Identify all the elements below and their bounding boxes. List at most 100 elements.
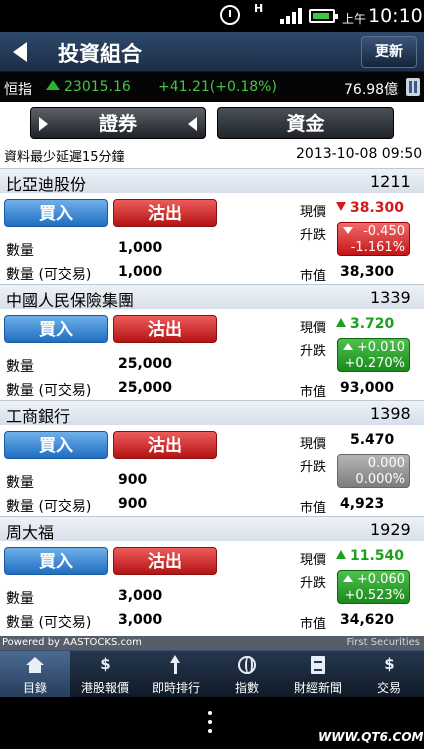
market-value-label: 市值 [300, 617, 327, 632]
market-value: 4,923 [340, 496, 385, 512]
back-icon[interactable] [13, 42, 27, 62]
stock-code: 1398 [370, 404, 411, 423]
stock-row[interactable]: 比亞迪股份 1211 買入 沽出 數量 1,000 數量 (可交易) 1,000… [0, 168, 424, 284]
change-label: 升跌 [300, 344, 327, 359]
tab-hk-quotes[interactable]: $ 港股報價 [70, 651, 140, 698]
menu-icon[interactable] [207, 711, 213, 735]
alarm-icon [220, 5, 240, 25]
sell-button[interactable]: 沽出 [113, 315, 217, 343]
qty-tradable-label: 數量 (可交易) [6, 615, 92, 631]
pause-icon[interactable] [406, 78, 420, 96]
buy-button[interactable]: 買入 [4, 199, 108, 227]
sell-button[interactable]: 沽出 [113, 431, 217, 459]
up-arrow-icon [46, 80, 60, 90]
price-label: 現價 [300, 321, 327, 336]
change-box: -0.450 -1.161% [337, 222, 410, 256]
home-icon [26, 657, 44, 673]
tab-label: 指數 [234, 681, 259, 695]
buy-button[interactable]: 買入 [4, 315, 108, 343]
qty-label: 數量 [6, 359, 34, 375]
sell-button[interactable]: 沽出 [113, 547, 217, 575]
tab-label: 即時排行 [151, 681, 200, 695]
price-label: 現價 [300, 553, 327, 568]
stock-name: 工商銀行 [6, 407, 71, 426]
market-value-label: 市值 [300, 385, 327, 400]
system-nav-bar: WWW.QT6.COM [0, 697, 424, 749]
price-label: 現價 [300, 205, 327, 220]
stock-name: 周大福 [6, 523, 55, 542]
down-triangle-icon [343, 227, 353, 234]
battery-icon [309, 9, 338, 23]
status-bar: H 上午 10:10 [0, 0, 424, 32]
stock-name: 比亞迪股份 [6, 175, 87, 194]
stock-row[interactable]: 中國人民保險集團 1339 買入 沽出 數量 25,000 數量 (可交易) 2… [0, 284, 424, 400]
clock-time: 10:10 [368, 5, 423, 27]
change-box: 0.000 0.000% [337, 454, 410, 488]
powered-by-text: Powered by AASTOCKS.com [2, 637, 142, 648]
title-bar: 投資組合 更新 [0, 32, 424, 72]
buy-button[interactable]: 買入 [4, 431, 108, 459]
stock-header: 周大福 1929 [0, 517, 424, 542]
buy-button[interactable]: 買入 [4, 547, 108, 575]
globe-icon [238, 656, 256, 674]
stock-row[interactable]: 工商銀行 1398 買入 沽出 數量 900 數量 (可交易) 900 現價 5… [0, 400, 424, 516]
signal-icon [280, 8, 302, 24]
stock-header: 中國人民保險集團 1339 [0, 285, 424, 310]
price-up-arrow-icon [336, 550, 346, 559]
stock-header: 工商銀行 1398 [0, 401, 424, 426]
change-value: 0.000 [367, 456, 405, 471]
tab-label: 目錄 [22, 681, 47, 695]
index-ticker[interactable]: 恒指 23015.16 +41.21(+0.18%) 76.98億 [0, 72, 424, 102]
delay-note: 資料最少延遲15分鐘 [4, 150, 125, 165]
index-level: 23015.16 [64, 79, 131, 95]
qty-label: 數量 [6, 475, 34, 491]
qty-value: 25,000 [118, 356, 173, 372]
stock-row[interactable]: 周大福 1929 買入 沽出 數量 3,000 數量 (可交易) 3,000 現… [0, 516, 424, 632]
powered-by-bar: Powered by AASTOCKS.com First Securities [0, 636, 424, 650]
change-label: 升跌 [300, 460, 327, 475]
change-percent: 0.000% [355, 472, 405, 487]
update-timestamp: 2013-10-08 09:50 [296, 146, 423, 162]
portfolio-content[interactable]: 證券 資金 資料最少延遲15分鐘 2013-10-08 09:50 比亞迪股份 … [0, 102, 424, 650]
segment-control: 證券 資金 [0, 102, 424, 144]
change-box: +0.010 +0.270% [337, 338, 410, 372]
tab-indices[interactable]: 指數 [212, 651, 282, 698]
index-turnover: 76.98億 [344, 82, 399, 98]
delay-row: 資料最少延遲15分鐘 2013-10-08 09:50 [0, 143, 424, 167]
partner-text: First Securities [346, 637, 420, 648]
page-title: 投資組合 [58, 42, 142, 66]
qty-value: 1,000 [118, 240, 163, 256]
price-value: 38.300 [350, 200, 405, 216]
stock-code: 1211 [370, 172, 411, 191]
price-up-arrow-icon [336, 318, 346, 327]
qty-tradable-value: 900 [118, 496, 148, 512]
bottom-tab-bar: 目錄 $ 港股報價 即時排行 指數 財經新聞 $ 交易 [0, 650, 424, 698]
change-label: 升跌 [300, 228, 327, 243]
tab-funds-label: 資金 [286, 113, 325, 135]
tab-menu[interactable]: 目錄 [0, 651, 70, 698]
qty-tradable-label: 數量 (可交易) [6, 267, 92, 283]
tab-funds[interactable]: 資金 [217, 107, 394, 139]
refresh-button[interactable]: 更新 [361, 36, 417, 68]
tab-ranking[interactable]: 即時排行 [141, 651, 211, 698]
price-value: 11.540 [350, 548, 405, 564]
dollar-icon: $ [384, 655, 395, 673]
qty-label: 數量 [6, 591, 34, 607]
tab-securities[interactable]: 證券 [30, 107, 206, 139]
tab-trade[interactable]: $ 交易 [354, 651, 424, 698]
up-triangle-icon [343, 343, 353, 350]
play-right-icon [39, 117, 48, 131]
network-type: H [254, 2, 264, 15]
index-change: +41.21(+0.18%) [158, 79, 277, 95]
tab-label: 財經新聞 [293, 681, 342, 695]
sell-button[interactable]: 沽出 [113, 199, 217, 227]
market-value: 93,000 [340, 380, 395, 396]
price-value: 5.470 [350, 432, 395, 448]
play-left-icon [188, 117, 197, 131]
market-value-label: 市值 [300, 269, 327, 284]
sort-icon [168, 655, 184, 675]
stock-code: 1929 [370, 520, 411, 539]
tab-news[interactable]: 財經新聞 [283, 651, 353, 698]
qty-tradable-value: 1,000 [118, 264, 163, 280]
price-value: 3.720 [350, 316, 395, 332]
